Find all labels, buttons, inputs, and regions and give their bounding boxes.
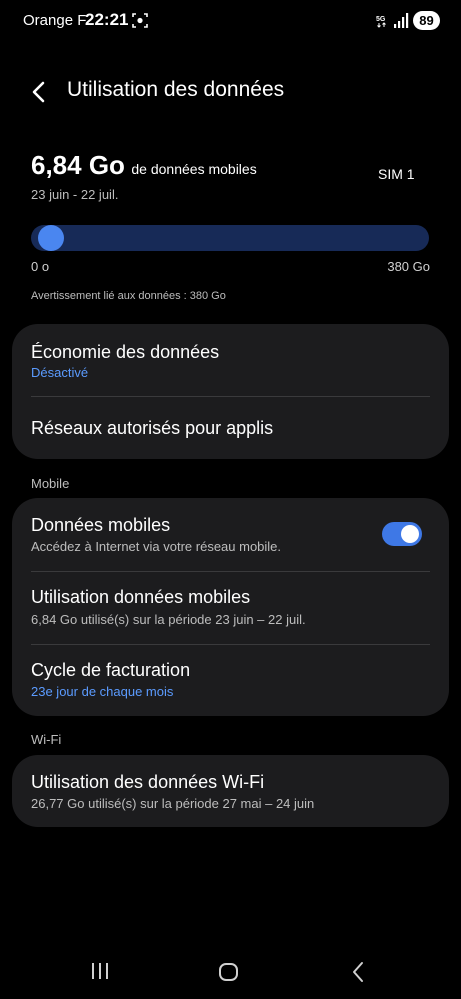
svg-text:5G: 5G xyxy=(376,16,386,23)
wifi-usage-item[interactable]: Utilisation des données Wi-Fi 26,77 Go u… xyxy=(12,755,449,827)
usage-period: 23 juin - 22 juil. xyxy=(31,187,119,202)
data-saver-item[interactable]: Économie des données Désactivé xyxy=(12,324,449,396)
section-header-wifi: Wi-Fi xyxy=(31,732,62,747)
general-settings-card: Économie des données Désactivé Réseaux a… xyxy=(12,324,449,459)
recent-apps-icon[interactable] xyxy=(88,962,112,980)
battery-indicator: 89 xyxy=(413,11,440,30)
mobile-usage-item[interactable]: Utilisation données mobiles 6,84 Go util… xyxy=(12,572,449,644)
signal-strength-icon xyxy=(394,13,409,28)
app-header: Utilisation des données xyxy=(0,66,461,116)
billing-cycle-item[interactable]: Cycle de facturation 23e jour de chaque … xyxy=(12,645,449,716)
scale-min-label: 0 o xyxy=(31,259,50,274)
mobile-settings-card: Données mobiles Accédez à Internet via v… xyxy=(12,498,449,716)
section-header-mobile: Mobile xyxy=(31,476,70,491)
mobile-data-toggle[interactable] xyxy=(382,522,422,546)
mobile-data-title: Données mobiles xyxy=(31,515,171,535)
clock: 22:21 xyxy=(85,10,129,29)
usage-amount: 6,84 Go xyxy=(31,150,125,180)
toggle-knob xyxy=(401,525,419,543)
5g-network-icon: 5G xyxy=(376,16,386,28)
wifi-usage-title: Utilisation des données Wi-Fi xyxy=(31,772,265,792)
home-icon[interactable] xyxy=(217,961,241,983)
nav-back-icon[interactable] xyxy=(349,961,367,983)
sim-label: SIM 1 xyxy=(378,166,415,182)
usage-summary: 6,84 Go de données mobiles 23 juin - 22 … xyxy=(31,150,431,202)
back-arrow-icon[interactable] xyxy=(24,76,56,108)
mobile-usage-subtitle: 6,84 Go utilisé(s) sur la période 23 jui… xyxy=(31,612,306,627)
usage-description: de données mobiles xyxy=(131,161,257,177)
status-bar: Orange F 22:21 5G 89 xyxy=(0,0,461,42)
billing-cycle-title: Cycle de facturation xyxy=(31,660,191,680)
allowed-networks-item[interactable]: Réseaux autorisés pour applis xyxy=(12,397,449,459)
wifi-usage-subtitle: 26,77 Go utilisé(s) sur la période 27 ma… xyxy=(31,796,315,811)
carrier-name: Orange F xyxy=(23,12,87,29)
data-saver-status: Désactivé xyxy=(31,365,89,380)
usage-progress-bar xyxy=(31,225,429,251)
navigation-bar xyxy=(0,940,461,999)
allowed-networks-title: Réseaux autorisés pour applis xyxy=(31,418,274,438)
usage-progress-indicator xyxy=(37,225,64,251)
mobile-data-item[interactable]: Données mobiles Accédez à Internet via v… xyxy=(12,498,449,571)
mobile-data-subtitle: Accédez à Internet via votre réseau mobi… xyxy=(31,539,282,554)
wifi-settings-card: Utilisation des données Wi-Fi 26,77 Go u… xyxy=(12,755,449,827)
data-saver-title: Économie des données xyxy=(31,342,220,362)
billing-cycle-subtitle: 23e jour de chaque mois xyxy=(31,684,174,699)
page-title: Utilisation des données xyxy=(67,78,285,101)
screen-recorder-icon xyxy=(132,13,148,28)
data-warning-text: Avertissement lié aux données : 380 Go xyxy=(31,290,226,302)
mobile-usage-title: Utilisation données mobiles xyxy=(31,587,251,607)
scale-max-label: 380 Go xyxy=(387,259,430,274)
